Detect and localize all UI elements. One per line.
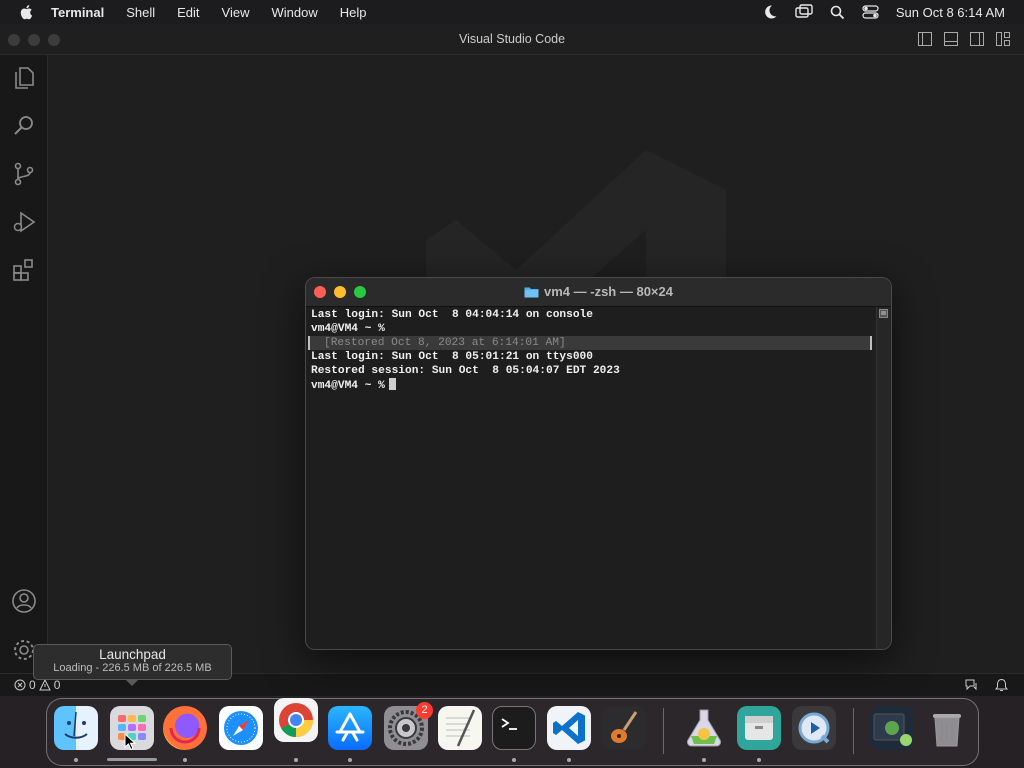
notifications-bell-icon[interactable]	[995, 678, 1008, 692]
menu-bar: Terminal Shell Edit View Window Help Sun…	[0, 0, 1024, 24]
trash-icon	[933, 714, 961, 747]
activity-bar	[0, 55, 48, 673]
running-indicator	[348, 758, 352, 762]
vscode-title-bar: Visual Studio Code	[0, 24, 1024, 55]
finder-icon	[64, 711, 88, 739]
terminal-line: Last login: Sun Oct 8 05:01:21 on ttys00…	[311, 351, 593, 363]
tooltip-title: Launchpad	[99, 647, 166, 662]
focus-moon-icon[interactable]	[762, 4, 778, 20]
tooltip-arrow	[125, 679, 139, 686]
menu-bar-clock[interactable]: Sun Oct 8 6:14 AM	[896, 5, 1005, 20]
menu-view[interactable]: View	[222, 5, 250, 20]
toggle-primary-sidebar-icon[interactable]	[918, 32, 932, 46]
archive-icon	[745, 716, 773, 740]
python-launcher-icon	[686, 709, 722, 747]
tooltip-subtitle: Loading - 226.5 MB of 226.5 MB	[53, 662, 212, 674]
apple-menu-icon[interactable]	[19, 4, 35, 20]
toggle-secondary-sidebar-icon[interactable]	[970, 32, 984, 46]
menu-shell[interactable]: Shell	[126, 5, 155, 20]
chrome-icon	[279, 703, 313, 737]
menu-window[interactable]: Window	[272, 5, 318, 20]
copilot-chat-icon[interactable]	[964, 678, 978, 692]
menu-help[interactable]: Help	[340, 5, 367, 20]
toggle-panel-icon[interactable]	[944, 32, 958, 46]
running-indicator	[512, 758, 516, 762]
warning-icon	[38, 679, 51, 691]
dock-terminal[interactable]	[492, 706, 536, 750]
restored-session-marker: [Restored Oct 8, 2023 at 6:14:01 AM]	[308, 336, 872, 350]
running-indicator	[74, 758, 78, 762]
screen-mirroring-icon[interactable]	[795, 4, 813, 20]
menu-edit[interactable]: Edit	[177, 5, 199, 20]
running-indicator	[183, 758, 187, 762]
explorer-icon[interactable]	[11, 65, 37, 91]
search-icon[interactable]	[11, 113, 37, 139]
launchpad-tooltip: Launchpad Loading - 226.5 MB of 226.5 MB	[33, 644, 232, 686]
mouse-pointer-icon	[124, 733, 137, 751]
spotlight-search-icon[interactable]	[830, 5, 845, 20]
terminal-prompt-line: vm4@VM4 ~ %	[311, 378, 396, 393]
firefox-icon	[169, 727, 201, 744]
run-and-debug-icon[interactable]	[11, 209, 37, 235]
accounts-icon[interactable]	[11, 588, 37, 614]
error-count: 0	[29, 678, 36, 692]
menu-app-terminal[interactable]: Terminal	[51, 5, 104, 20]
terminal-output[interactable]: Last login: Sun Oct 8 04:04:14 on consol…	[306, 307, 876, 649]
quicktime-icon	[798, 712, 830, 744]
dock-chrome[interactable]	[274, 698, 318, 742]
dock-trash[interactable]	[925, 706, 969, 750]
notification-badge: 2	[416, 702, 433, 719]
terminal-title: vm4 — -zsh — 80×24	[306, 284, 891, 299]
running-indicator	[702, 758, 706, 762]
source-control-icon[interactable]	[11, 161, 37, 187]
launchpad-loading-bar	[107, 758, 157, 761]
app-store-icon	[335, 712, 365, 742]
running-indicator	[294, 758, 298, 762]
dock-vscode[interactable]	[547, 706, 591, 750]
terminal-line: vm4@VM4 ~ %	[311, 323, 385, 335]
error-icon	[14, 679, 26, 691]
dock-archive-utility[interactable]	[737, 706, 781, 750]
dock-finder[interactable]	[54, 706, 98, 750]
running-indicator	[567, 758, 571, 762]
dock-separator	[663, 708, 664, 754]
dock-downloads-stack[interactable]	[870, 706, 914, 750]
problems-indicator[interactable]: 0 0	[14, 678, 60, 692]
garageband-icon	[611, 711, 638, 743]
downloads-stack-icon	[873, 713, 912, 746]
folder-icon	[524, 287, 539, 297]
terminal-prompt: vm4@VM4 ~ %	[311, 380, 385, 392]
terminal-window: vm4 — -zsh — 80×24 Last login: Sun Oct 8…	[305, 277, 892, 650]
dock-python-launcher[interactable]	[682, 706, 726, 750]
dock-separator	[853, 708, 854, 754]
dock-firefox[interactable]	[163, 706, 207, 750]
dock-app-store[interactable]	[328, 706, 372, 750]
safari-icon	[224, 711, 258, 745]
vscode-window-title: Visual Studio Code	[458, 32, 566, 46]
terminal-cursor	[388, 378, 396, 390]
control-center-icon[interactable]	[862, 5, 879, 19]
dock-quicktime[interactable]	[792, 706, 836, 750]
terminal-scrollbar[interactable]	[876, 307, 891, 649]
warning-count: 0	[53, 678, 61, 692]
dock-safari[interactable]	[219, 706, 263, 750]
textedit-icon	[446, 709, 476, 747]
terminal-icon	[501, 718, 517, 730]
extensions-icon[interactable]	[11, 257, 37, 283]
dock-garageband[interactable]	[602, 706, 646, 750]
terminal-line: Last login: Sun Oct 8 04:04:14 on consol…	[311, 309, 593, 321]
customize-layout-icon[interactable]	[996, 32, 1010, 46]
scrollbar-handle-icon	[879, 309, 888, 318]
dock-textedit[interactable]	[438, 706, 482, 750]
running-indicator	[757, 758, 761, 762]
vscode-icon	[553, 712, 585, 744]
terminal-title-text: vm4 — -zsh — 80×24	[544, 284, 673, 299]
terminal-title-bar[interactable]: vm4 — -zsh — 80×24	[306, 278, 891, 307]
terminal-line: Restored session: Sun Oct 8 05:04:07 EDT…	[311, 365, 620, 377]
